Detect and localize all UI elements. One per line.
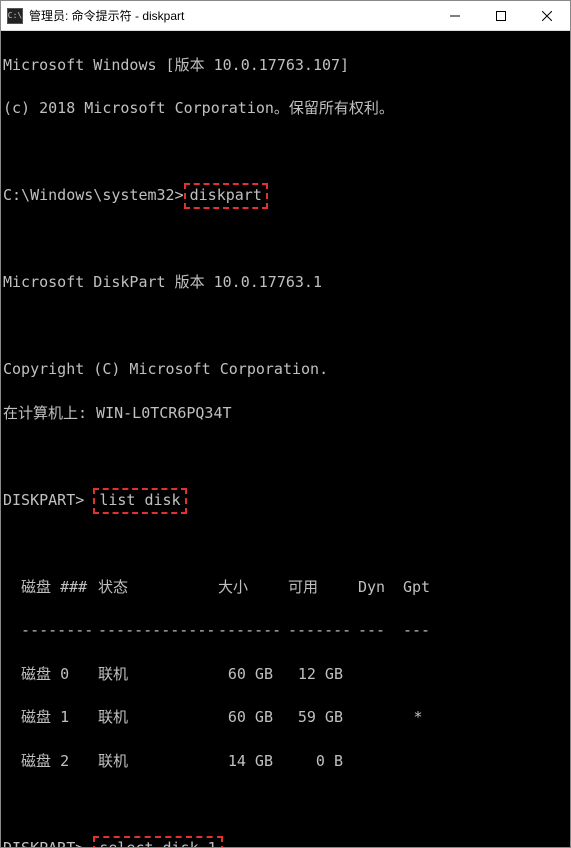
on-computer: 在计算机上: WIN-L0TCR6PQ34T: [3, 403, 568, 425]
table-row: 磁盘 2联机14 GB 0 B: [3, 751, 568, 773]
minimize-button[interactable]: [432, 1, 478, 30]
window: C:\ 管理员: 命令提示符 - diskpart Microsoft Wind…: [0, 0, 571, 848]
close-button[interactable]: [524, 1, 570, 30]
cmd-select-disk: select disk 1: [93, 836, 222, 847]
windows-copyright: (c) 2018 Microsoft Corporation。保留所有权利。: [3, 98, 568, 120]
disk-table-header: 磁盘 ###状态大小可用DynGpt: [3, 577, 568, 599]
cmd-list-disk: list disk: [93, 488, 186, 514]
dp-prompt-select-disk: DISKPART> select disk 1: [3, 838, 568, 847]
terminal-area[interactable]: Microsoft Windows [版本 10.0.17763.107] (c…: [1, 31, 570, 847]
titlebar-buttons: [432, 1, 570, 30]
cmd-diskpart: diskpart: [184, 183, 268, 209]
diskpart-copyright: Copyright (C) Microsoft Corporation.: [3, 359, 568, 381]
dp-prompt-list: DISKPART> list disk: [3, 490, 568, 512]
disk-table-sep: ----------------------------------------…: [3, 620, 568, 642]
maximize-button[interactable]: [478, 1, 524, 30]
titlebar: C:\ 管理员: 命令提示符 - diskpart: [1, 1, 570, 31]
windows-version: Microsoft Windows [版本 10.0.17763.107]: [3, 55, 568, 77]
window-title: 管理员: 命令提示符 - diskpart: [29, 7, 432, 24]
prompt-line: C:\Windows\system32>diskpart: [3, 185, 568, 207]
cmd-icon: C:\: [7, 8, 23, 24]
table-row: 磁盘 1联机60 GB59 GB*: [3, 707, 568, 729]
diskpart-version: Microsoft DiskPart 版本 10.0.17763.1: [3, 272, 568, 294]
table-row: 磁盘 0联机60 GB12 GB: [3, 664, 568, 686]
